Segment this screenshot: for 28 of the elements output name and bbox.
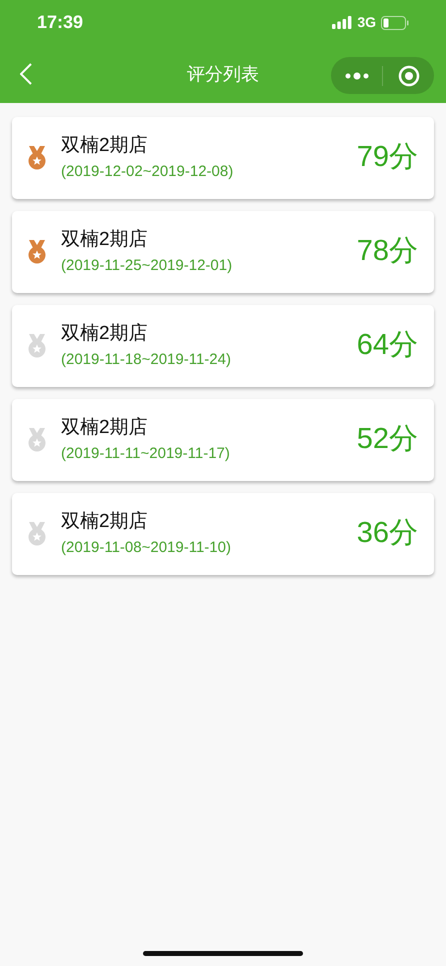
score-value: 79分 (356, 140, 418, 176)
battery-icon (381, 16, 409, 30)
date-range: (2019-12-02~2019-12-08) (61, 162, 234, 182)
store-name: 双楠2期店 (61, 416, 149, 440)
target-icon (398, 64, 420, 86)
network-label: 3G (357, 13, 376, 32)
score-card[interactable]: 双楠2期店 (2019-11-25~2019-12-01) 78分 (12, 211, 434, 293)
date-range: (2019-11-08~2019-11-10) (61, 538, 232, 558)
score-card[interactable]: 双楠2期店 (2019-11-18~2019-11-24) 64分 (12, 305, 434, 387)
score-card[interactable]: 双楠2期店 (2019-11-11~2019-11-17) 52分 (12, 399, 434, 481)
back-icon (20, 63, 32, 85)
score-value: 36分 (356, 516, 418, 552)
date-range: (2019-11-11~2019-11-17) (61, 444, 231, 464)
score-value: 52分 (356, 422, 418, 458)
store-name: 双楠2期店 (61, 134, 149, 158)
date-range: (2019-11-25~2019-12-01) (61, 256, 234, 276)
store-name: 双楠2期店 (61, 322, 149, 346)
page-title: 评分列表 (187, 62, 259, 86)
store-name: 双楠2期店 (61, 510, 149, 534)
score-card[interactable]: 双楠2期店 (2019-12-02~2019-12-08) 79分 (12, 117, 434, 199)
date-range: (2019-11-18~2019-11-24) (61, 350, 232, 370)
signal-icon (332, 16, 352, 29)
score-card[interactable]: 双楠2期店 (2019-11-08~2019-11-10) 36分 (12, 493, 434, 575)
store-name: 双楠2期店 (61, 228, 149, 252)
status-time: 17:39 (37, 11, 84, 34)
more-icon (344, 72, 368, 80)
score-value: 78分 (356, 234, 418, 270)
score-value: 64分 (356, 328, 418, 364)
